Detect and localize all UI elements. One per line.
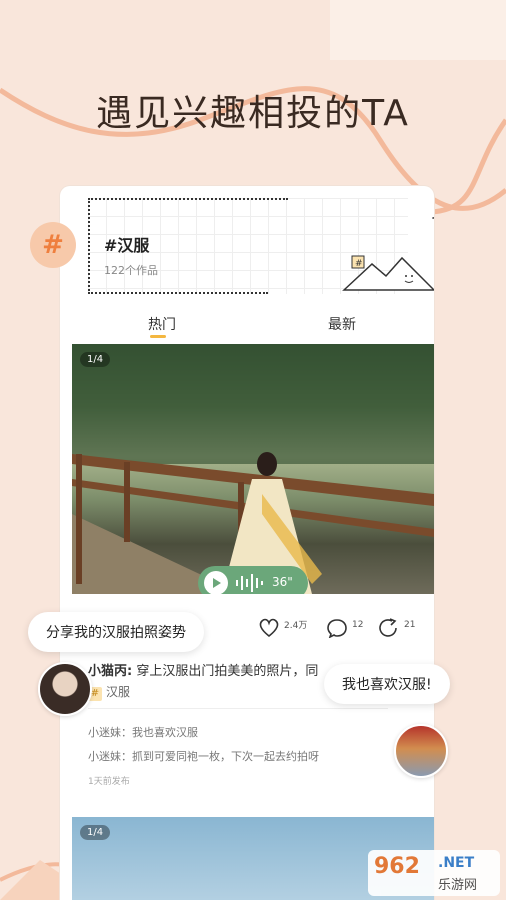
svg-text:#: #: [355, 259, 363, 269]
avatar[interactable]: [394, 724, 448, 778]
comment-count: 12: [352, 620, 364, 630]
phone-screen: #汉服 122个作品 # 热门 最新 1/4 36" 2.4万 12 21 小猫…: [60, 186, 434, 900]
photo-scene: [72, 344, 434, 594]
post-body: 穿上汉服出门拍美美的照片，同: [132, 664, 319, 679]
tab-bar: 热门 最新: [60, 310, 434, 340]
mountain-illustration: #: [342, 255, 434, 291]
post-tag-label: 汉服: [106, 685, 131, 699]
comment-item[interactable]: 小迷妹：抓到可爱同袍一枚，下次一起去约拍呀: [88, 748, 319, 764]
speech-bubble-left: 分享我的汉服拍照姿势: [28, 612, 204, 652]
page-badge: 1/4: [80, 825, 111, 840]
hash-icon: #: [30, 222, 76, 268]
divider: [88, 708, 388, 709]
post-time: 1天前发布: [88, 777, 130, 787]
share-count: 21: [404, 620, 416, 630]
comment-item[interactable]: 小迷妹：我也喜欢汉服: [88, 724, 198, 740]
tab-hot[interactable]: 热门: [148, 314, 176, 334]
like-count: 2.4万: [284, 621, 308, 631]
post-tag[interactable]: # 汉服: [88, 683, 130, 701]
tab-active-indicator: [150, 335, 166, 338]
watermark-name: 乐游网: [438, 878, 478, 893]
post-author[interactable]: 小猫丙:: [88, 664, 132, 679]
speech-bubble-right: 我也喜欢汉服!: [324, 664, 450, 704]
heart-icon[interactable]: [258, 618, 280, 638]
watermark-net: .NET: [438, 855, 475, 871]
share-icon[interactable]: [378, 618, 400, 638]
topic-card[interactable]: #汉服 122个作品 #: [88, 198, 434, 294]
soundwave-icon: [236, 574, 263, 592]
watermark-number: 962: [374, 854, 420, 879]
post-photo[interactable]: 1/4 36": [72, 344, 434, 594]
audio-duration: 36": [272, 575, 293, 589]
topic-title: #汉服: [104, 236, 150, 255]
headline: 遇见兴趣相投的TA: [96, 93, 410, 134]
topic-count: 122个作品: [104, 264, 158, 277]
audio-player[interactable]: 36": [198, 566, 308, 594]
watermark-logo: 962 .NET 乐游网: [368, 850, 500, 896]
page-badge: 1/4: [80, 352, 111, 367]
tab-latest[interactable]: 最新: [328, 314, 356, 334]
send-icon[interactable]: [432, 212, 434, 226]
comment-icon[interactable]: [326, 618, 348, 638]
play-icon[interactable]: [204, 571, 228, 594]
avatar[interactable]: [38, 662, 92, 716]
